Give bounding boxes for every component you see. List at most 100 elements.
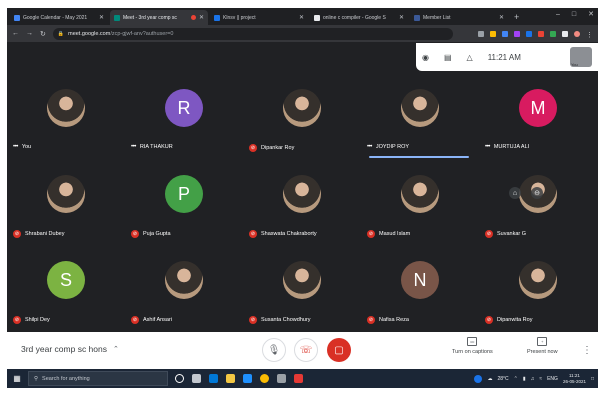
notifications-icon[interactable]: □ [591,376,594,382]
browser-tab[interactable]: Klnsv || project ✕ [210,10,308,25]
activities-icon[interactable]: △ [467,53,473,62]
present-icon: + [537,337,548,346]
extension-icon[interactable] [526,30,532,37]
participant-tile[interactable]: ⊘ Shaswata Chakraborty [243,158,361,244]
browser-tab[interactable]: Meet - 3rd year comp sc ✕ [110,10,208,25]
participant-name-row: ••• MURTUJA ALI [485,144,529,150]
participant-tile[interactable]: ⊘ Dipankar Roy [243,72,361,158]
meeting-details[interactable]: 3rd year comp sc hons ⌃ [21,344,119,354]
settings-icon[interactable] [277,374,286,383]
new-tab-button[interactable]: + [514,12,519,22]
browser-tab[interactable]: online c compiler - Google S ✕ [310,10,408,25]
participant-tile[interactable]: ••• JOYDIP ROY [361,72,479,158]
participant-grid: ••• You R ••• RIA THAKUR ⊘ Dipankar Roy ••• JOYD… [7,72,598,332]
more-options-icon[interactable]: ⋮ [582,345,592,356]
star-icon[interactable] [490,30,496,37]
participant-tile[interactable]: ⊘ Shrabani Dubey [7,158,125,244]
pdf-reader-icon[interactable] [294,374,303,383]
windows-start-icon[interactable]: ▦ [10,374,24,383]
battery-icon[interactable]: ▮ [523,376,526,382]
extension-icon[interactable] [550,30,556,37]
people-icon[interactable]: ◉ [422,53,429,62]
audio-level-icon: ••• [131,144,136,150]
participant-tile[interactable]: ⌂ ⊖ ⊘ Suvankar G [479,158,597,244]
participant-name: You [21,144,32,150]
extension-icons: ⋮ [478,30,593,39]
extension-icon[interactable] [538,30,544,37]
mic-button[interactable]: 🎙 [262,338,286,362]
chat-icon[interactable]: ▤ [444,53,452,62]
forward-icon[interactable]: → [26,30,33,37]
participant-tile[interactable]: ⊘ Dipanwita Roy [479,244,597,330]
language-indicator[interactable]: ENG [547,376,558,382]
browser-tab[interactable]: Google Calendar - May 2021 ✕ [10,10,108,25]
leave-call-button[interactable]: ☏ [294,338,318,362]
participant-name: JOYDIP ROY [375,144,410,150]
mic-off-icon: ⊘ [249,316,257,324]
participant-name-row: ⊘ Masud Islam [367,230,410,238]
camera-button[interactable]: ▢ [327,338,351,362]
close-tab-icon[interactable]: ✕ [199,14,204,21]
file-explorer-icon[interactable] [226,374,235,383]
tab-favicon-icon [314,14,320,21]
participant-tile[interactable]: ⊘ Masud Islam [361,158,479,244]
tab-favicon-icon [14,14,20,21]
screen-frame: Google Calendar - May 2021 ✕ Meet - 3rd ye… [7,8,598,388]
meeting-title: 3rd year comp sc hons [21,344,107,354]
extension-icon[interactable] [502,30,508,37]
participant-tile[interactable]: N ⊘ Nafisa Reza [361,244,479,330]
close-window-icon[interactable]: ✕ [588,10,594,18]
participant-name-row: ⊘ Ashif Ansari [131,316,172,324]
participant-tile[interactable]: M ••• MURTUJA ALI [479,72,597,158]
puzzle-icon[interactable] [562,30,568,37]
close-tab-icon[interactable]: ✕ [99,14,104,21]
maximize-icon[interactable]: □ [572,11,576,18]
minimize-icon[interactable]: – [556,11,560,18]
reload-icon[interactable]: ↻ [40,30,46,38]
meeting-controls-bar: 3rd year comp sc hons ⌃ 🎙 ☏ ▢ cc Turn on… [7,332,598,369]
browser-tab[interactable]: Member List ✕ [410,10,508,25]
weather-temp[interactable]: 28°C [497,376,508,382]
mic-icon: 🎙 [267,344,281,356]
chrome-icon[interactable] [260,374,269,383]
taskbar-clock[interactable]: 11:21 26-05-2021 [563,373,586,384]
tab-title: Google Calendar - May 2021 [23,14,88,21]
weather-icon[interactable]: ☁ [487,376,492,382]
cortana-icon[interactable] [175,374,184,383]
close-tab-icon[interactable]: ✕ [299,14,304,21]
self-view-thumbnail[interactable]: You [570,47,592,67]
participant-tile[interactable]: ••• You [7,72,125,158]
url-field[interactable]: 🔒 meet.google.com/zcp-gjwf-anv?authuser=… [52,27,453,40]
back-icon[interactable]: ← [12,30,19,37]
edge-icon[interactable] [209,374,218,383]
participant-name-row: ⊘ Puja Gupta [131,230,171,238]
tab-title: Member List [423,14,451,21]
app-tray-icon[interactable] [474,374,483,383]
profile-avatar[interactable] [574,30,580,37]
menu-icon[interactable]: ⋮ [586,31,593,39]
captions-button[interactable]: cc Turn on captions [452,337,493,355]
present-button[interactable]: + Present now [527,337,558,355]
mail-icon[interactable] [243,374,252,383]
close-tab-icon[interactable]: ✕ [399,14,404,21]
taskbar-search[interactable]: ⚲ Search for anything [28,371,168,386]
extension-icon[interactable] [514,30,520,37]
close-tab-icon[interactable]: ✕ [499,14,504,21]
participant-tile[interactable]: S ⊘ Shilpi Dey [7,244,125,330]
tray-arrow-icon[interactable]: ⌃ [514,376,518,382]
participant-name: Dipankar Roy [261,145,295,151]
task-view-icon[interactable] [192,374,201,383]
tab-favicon-icon [414,14,420,21]
participant-tile[interactable]: P ⊘ Puja Gupta [125,158,243,244]
remove-icon[interactable]: ⊖ [531,187,543,199]
wifi-icon[interactable]: ≈ [539,376,542,382]
pin-icon[interactable]: ⌂ [509,187,521,199]
participant-name-row: ⊘ Shrabani Dubey [13,230,64,238]
camera-permission-icon[interactable] [478,30,484,37]
participant-name-row: ••• You [13,144,31,150]
volume-icon[interactable]: ♫ [531,376,535,382]
participant-tile[interactable]: R ••• RIA THAKUR [125,72,243,158]
participant-tile[interactable]: ⊘ Ashif Ansari [125,244,243,330]
participant-name: RIA THAKUR [139,144,173,150]
participant-tile[interactable]: ⊘ Susanta Chowdhury [243,244,361,330]
